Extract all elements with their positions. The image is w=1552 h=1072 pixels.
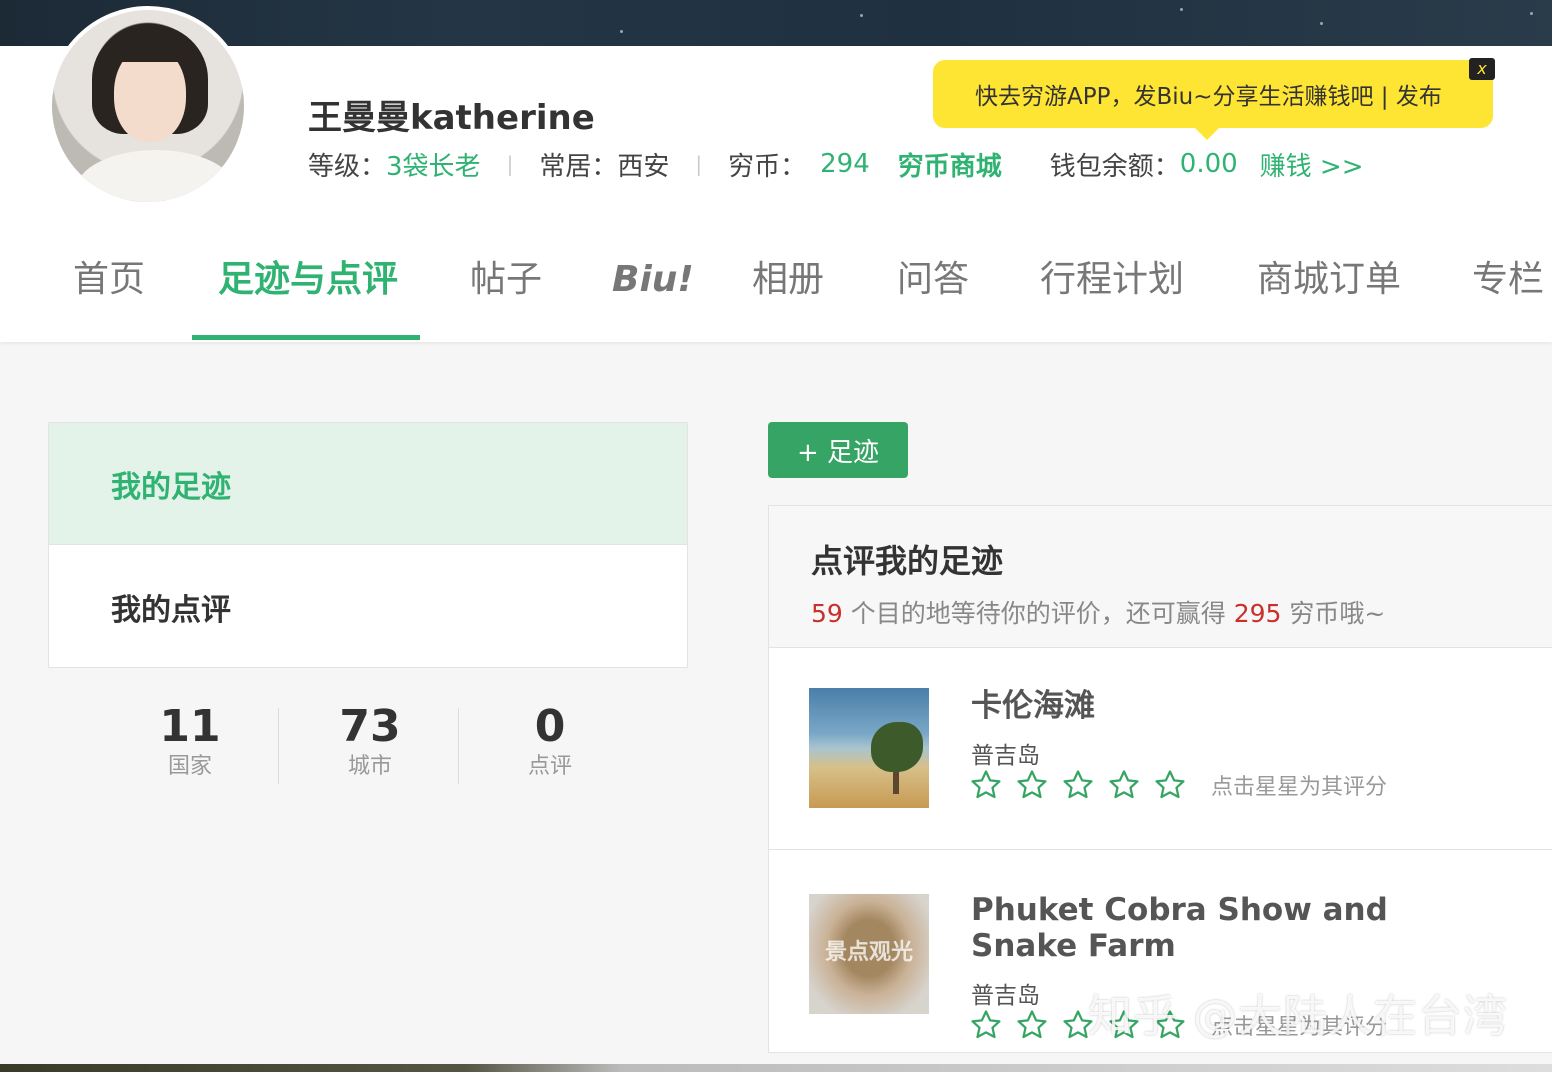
reward-coins: 295 [1233, 599, 1282, 628]
tab-column[interactable]: 专栏 [1472, 242, 1544, 342]
tab-itinerary[interactable]: 行程计划 [1040, 242, 1184, 342]
stat-countries[interactable]: 11 国家 [100, 700, 280, 780]
residence-value: 西安 [617, 151, 670, 182]
list-item: 卡伦海滩 普吉岛 点击星星为其评分 [769, 648, 1552, 850]
coin-mall-link[interactable]: 穷币商城 [898, 146, 1002, 183]
tab-mall-orders[interactable]: 商城订单 [1257, 242, 1401, 342]
tab-qa[interactable]: 问答 [897, 242, 969, 342]
star-icon[interactable] [1015, 1008, 1049, 1042]
add-footprint-button[interactable]: + 足迹 [768, 422, 908, 478]
stat-reviews[interactable]: 0 点评 [460, 700, 640, 780]
review-title: 点评我的足迹 [811, 542, 1004, 580]
destination-thumbnail[interactable] [809, 688, 929, 808]
stat-label: 城市 [347, 754, 392, 779]
tab-albums[interactable]: 相册 [752, 242, 824, 342]
coins-label: 穷币： [728, 151, 807, 182]
review-subtitle: 59 个目的地等待你的评价，还可赢得 295 穷币哦~ [811, 594, 1385, 630]
residence-label: 常居： [539, 151, 618, 182]
destination-location[interactable]: 普吉岛 [971, 736, 1040, 770]
bottom-strip [0, 1064, 1552, 1072]
username: 王曼曼katherine [308, 98, 595, 138]
divider: | [695, 152, 703, 176]
stat-label: 点评 [527, 754, 572, 779]
profile-info-row: 等级： 3袋长老 | 常居： 西安 | 穷币： 294 穷币商城 钱包余额： 0… [308, 144, 1364, 184]
destination-location[interactable]: 普吉岛 [971, 976, 1040, 1010]
tab-home[interactable]: 首页 [73, 242, 145, 342]
star-icon[interactable] [1061, 768, 1095, 802]
thumbnail-label: 景点观光 [824, 940, 913, 965]
sidebar-item-my-footprints[interactable]: 我的足迹 [49, 423, 687, 545]
review-header: 点评我的足迹 59 个目的地等待你的评价，还可赢得 295 穷币哦~ [769, 506, 1552, 648]
wallet-label: 钱包余额： [1049, 151, 1180, 182]
level-value[interactable]: 3袋长老 [386, 146, 481, 183]
stat-value: 73 [339, 701, 401, 752]
level-label: 等级： [308, 151, 387, 182]
wallet-value: 0.00 [1179, 149, 1238, 179]
active-tab-indicator [192, 335, 420, 340]
star-icon[interactable] [1153, 768, 1187, 802]
destination-name[interactable]: Phuket Cobra Show and Snake Farm [971, 892, 1491, 964]
rating-hint: 点击星星为其评分 [1211, 775, 1388, 800]
sidebar-item-my-reviews[interactable]: 我的点评 [49, 546, 687, 668]
tab-posts[interactable]: 帖子 [470, 242, 542, 342]
close-icon[interactable]: x [1469, 58, 1495, 80]
tab-footprints-reviews[interactable]: 足迹与点评 [218, 242, 398, 342]
profile-nav: 首页 足迹与点评 帖子 Biu! 相册 问答 行程计划 商城订单 专栏 [0, 242, 1552, 342]
stat-value: 11 [159, 701, 221, 752]
stat-value: 0 [534, 701, 566, 752]
top-banner [0, 0, 1552, 46]
tooltip-text[interactable]: 快去穷游APP，发Biu~分享生活赚钱吧 | 发布 [975, 77, 1442, 111]
stat-cities[interactable]: 73 城市 [280, 700, 460, 780]
sidebar-menu: 我的足迹 我的点评 [48, 422, 688, 668]
review-panel: 点评我的足迹 59 个目的地等待你的评价，还可赢得 295 穷币哦~ 卡伦海滩 … [768, 505, 1552, 1053]
divider [458, 708, 459, 784]
coins-value: 294 [820, 149, 870, 179]
star-icon[interactable] [1015, 768, 1049, 802]
destination-thumbnail[interactable]: 景点观光 [809, 894, 929, 1014]
star-icon[interactable] [969, 768, 1003, 802]
watermark: 知乎 @大陆人在台湾 [1088, 991, 1508, 1042]
footprint-stats: 11 国家 73 城市 0 点评 [100, 700, 640, 790]
subtitle-text: 个目的地等待你的评价，还可赢得 [842, 599, 1234, 628]
star-icon[interactable] [1107, 768, 1141, 802]
tab-biu[interactable]: Biu! [612, 242, 694, 342]
earn-money-link[interactable]: 赚钱 >> [1260, 146, 1364, 183]
stat-label: 国家 [167, 754, 212, 779]
pending-count: 59 [811, 599, 843, 628]
divider [278, 708, 279, 784]
destination-name[interactable]: 卡伦海滩 [971, 688, 1095, 724]
app-promo-tooltip[interactable]: 快去穷游APP，发Biu~分享生活赚钱吧 | 发布 x [933, 58, 1495, 140]
divider: | [506, 152, 514, 176]
avatar[interactable] [48, 6, 248, 206]
subtitle-text: 穷币哦~ [1281, 599, 1386, 628]
star-icon[interactable] [969, 1008, 1003, 1042]
star-rating: 点击星星为其评分 [969, 768, 1387, 802]
